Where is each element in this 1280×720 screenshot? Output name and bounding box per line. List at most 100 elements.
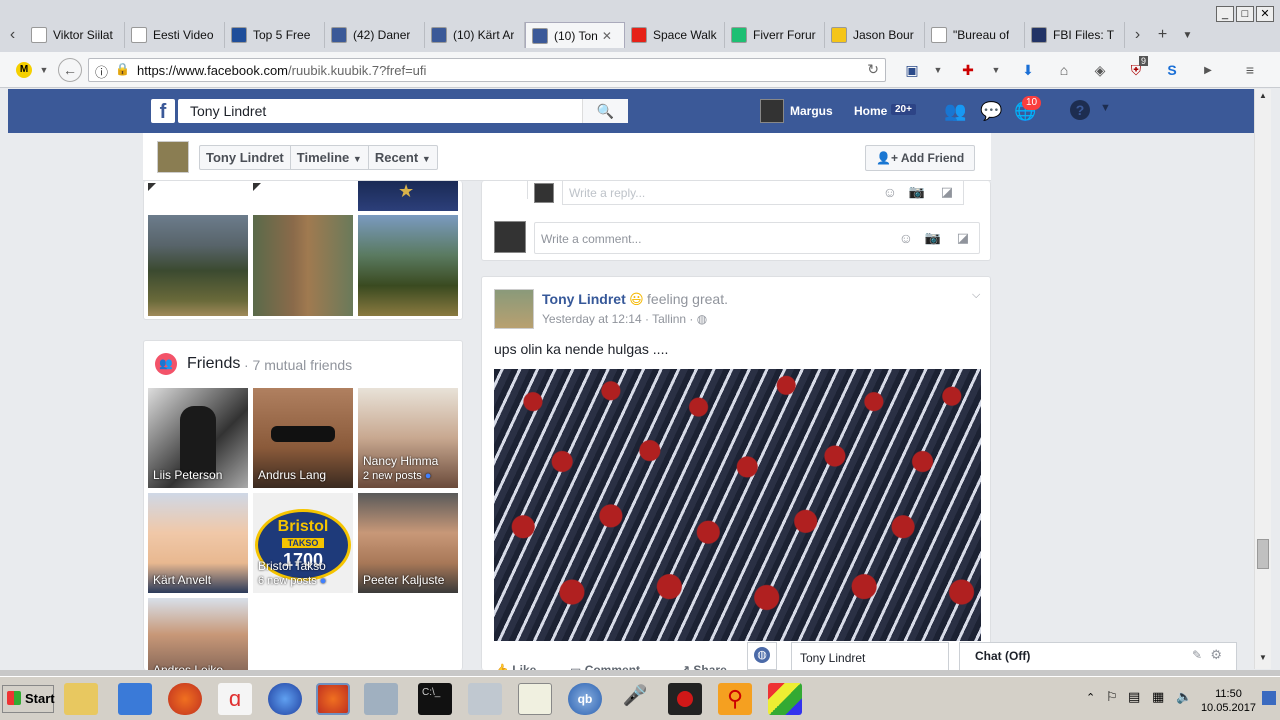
friend-tile[interactable]: Nancy Himma 2 new posts ● [358,388,458,488]
post-author-link[interactable]: Tony Lindret [542,291,626,307]
back-icon[interactable]: ← [58,58,82,82]
browser-tab[interactable]: Jason Bour [825,22,925,48]
timeline-button[interactable]: Timeline ▼ [291,146,369,169]
photo-thumbnail[interactable]: ★ [358,181,458,211]
close-window-button[interactable]: ✕ [1256,6,1274,22]
friend-name[interactable]: Kärt Anvelt [153,573,211,587]
calculator-icon[interactable] [468,683,502,715]
tab-scroll-right-icon[interactable]: › [1125,22,1150,48]
pocket-icon[interactable]: ◈ [1090,60,1110,80]
security-shield-icon[interactable] [668,683,702,715]
addon-dropdown-icon[interactable]: ▼ [986,60,1006,80]
scroll-thumb[interactable] [1257,539,1269,569]
search-input[interactable]: Tony Lindret [190,103,266,119]
menu-m-icon[interactable]: M [14,60,34,80]
friend-name[interactable]: Bristol Takso [258,559,326,573]
reload-icon[interactable]: ↻ [867,61,879,78]
photo-thumbnail[interactable] [253,181,353,211]
photo-thumbnail[interactable] [148,215,248,316]
emoji-icon[interactable]: ☺ [883,184,897,200]
author-avatar[interactable] [494,289,534,329]
thunderbird-icon[interactable] [268,683,302,715]
friend-name[interactable]: Nancy Himma [363,454,438,468]
tab-scroll-left-icon[interactable]: ‹ [0,22,25,48]
browser-tab[interactable]: "Bureau of [925,22,1025,48]
messages-icon[interactable]: 💬 [980,101,1002,122]
reply-input[interactable]: Write a reply... ☺ 📷 ◪ [562,181,964,205]
friend-name[interactable]: Liis Peterson [153,468,222,482]
post-options-chevron-icon[interactable]: ⌵ [972,289,980,302]
browser-tab[interactable]: Space Walk [625,22,725,48]
vertical-scrollbar[interactable]: ▲ ▼ [1254,89,1271,669]
add-friend-button[interactable]: 👤+ Add Friend [865,145,976,171]
clock[interactable]: 11:50 10.05.2017 [1201,687,1256,715]
browser-tab[interactable]: FBI Files: T [1025,22,1125,48]
search-icon[interactable]: 🔍 [582,99,628,123]
maximize-button[interactable]: □ [1236,6,1254,22]
browser-tab[interactable]: (10) Ton ✕ [525,22,625,48]
facebook-search[interactable]: Tony Lindret 🔍 [178,99,628,123]
save-dropdown-icon[interactable]: ▼ [928,60,948,80]
browser-tab[interactable]: (10) Kärt Ar [425,22,525,48]
chat-globe-button[interactable]: ◍ [747,642,777,670]
friend-requests-icon[interactable]: 👥 [944,101,966,122]
emoji-icon[interactable]: ☺ [899,230,913,246]
scroll-down-icon[interactable]: ▼ [1257,653,1269,667]
friend-tile[interactable]: Peeter Kaljuste [358,493,458,593]
save-icon[interactable]: ▣ [902,60,922,80]
dropdown-icon[interactable]: ▼ [34,60,54,80]
camera-icon[interactable]: 📷 [925,230,941,246]
gear-icon[interactable]: ⚙ [1210,647,1222,663]
s-addon-icon[interactable]: S [1162,60,1182,80]
account-menu-icon[interactable]: ▼ [1100,102,1111,114]
file-explorer-icon[interactable] [64,683,98,715]
url-bar[interactable]: ⓘ 🔒 https://www.facebook.com/ruubik.kuub… [88,58,886,82]
friend-name[interactable]: Peeter Kaljuste [363,573,444,587]
tray-app-icon[interactable]: ▤ [1128,689,1140,705]
sticker-icon[interactable]: ◪ [957,230,969,246]
mutual-friends-count[interactable]: · 7 mutual friends [244,357,352,373]
network-icon[interactable]: ▦ [1152,689,1164,705]
search-tool-icon[interactable]: ⚲ [718,683,752,715]
browser-tab[interactable]: Eesti Video [125,22,225,48]
browser-tab[interactable]: (42) Daner [325,22,425,48]
post-timestamp[interactable]: Yesterday at 12:14 · Tallinn · [542,312,693,326]
friend-tile[interactable]: Andrus Lang [253,388,353,488]
home-link[interactable]: Home [854,104,887,118]
opera-icon[interactable]: ɑ [218,683,252,715]
info-icon[interactable]: ⓘ [95,62,108,81]
comment-input[interactable]: Write a comment... ☺ 📷 ◪ [534,222,980,254]
friend-tile[interactable]: Bristol TAKSO 1700 Bristol Takso 6 new p… [253,493,353,593]
profile-avatar[interactable] [157,141,189,173]
recent-button[interactable]: Recent ▼ [369,146,437,169]
youtube-addon-icon[interactable]: ▶ [1198,60,1218,80]
photo-thumbnail[interactable] [253,215,353,316]
tray-expand-icon[interactable]: ⌃ [1086,691,1095,704]
show-desktop-icon[interactable] [1262,691,1276,705]
tab-list-icon[interactable]: ▼ [1175,22,1200,48]
firefox-icon[interactable] [168,683,202,715]
firefox-active-icon[interactable] [316,683,350,715]
addon-red-icon[interactable]: ✚ [958,60,978,80]
post-photo[interactable] [494,369,981,641]
browser-tab[interactable]: Top 5 Free [225,22,325,48]
scroll-up-icon[interactable]: ▲ [1257,91,1269,105]
close-tab-icon[interactable]: ✕ [602,29,612,43]
friend-tile[interactable]: Liis Peterson [148,388,248,488]
media-player-icon[interactable] [118,683,152,715]
command-prompt-icon[interactable]: C:\_ [418,683,452,715]
start-button[interactable]: Start [2,685,55,713]
browser-tab[interactable]: Viktor Siilat [25,22,125,48]
photo-thumbnail[interactable] [148,181,248,211]
photo-thumbnail[interactable] [358,215,458,316]
chat-sidebar-toggle[interactable]: Chat (Off) ✎ ⚙ [959,642,1237,670]
minimize-button[interactable]: _ [1216,6,1234,22]
qbittorrent-icon[interactable]: qb [568,683,602,715]
user-avatar[interactable] [760,99,784,123]
friend-name[interactable]: Andrus Lang [258,468,326,482]
profile-name-button[interactable]: Tony Lindret [200,146,291,169]
home-icon[interactable]: ⌂ [1054,60,1074,80]
network-tool-icon[interactable] [364,683,398,715]
friends-title[interactable]: Friends [187,355,240,373]
browser-tab[interactable]: Fiverr Forur [725,22,825,48]
